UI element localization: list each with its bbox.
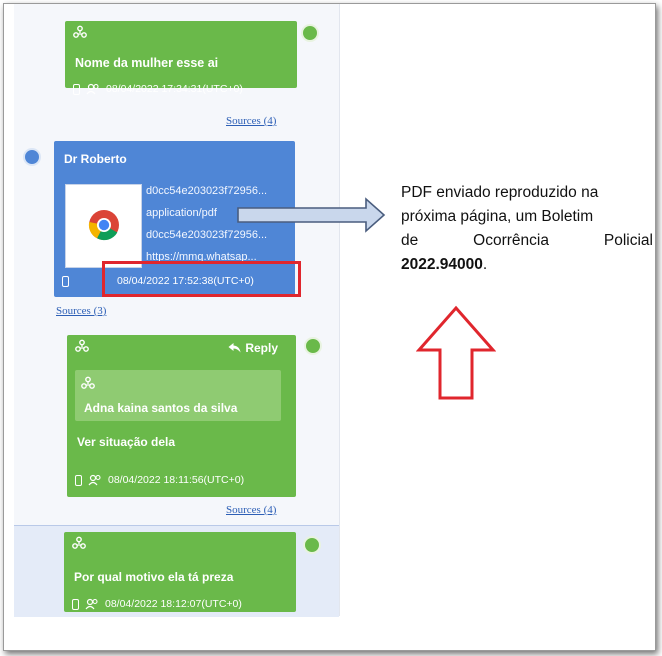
contacts-icon bbox=[88, 474, 101, 486]
contact-avatar-icon bbox=[23, 148, 41, 166]
phone-icon bbox=[75, 474, 82, 486]
phone-icon bbox=[72, 598, 79, 610]
group-icon bbox=[72, 536, 86, 549]
message-bubble[interactable]: Reply Adna kaina santos da silva Ver sit… bbox=[67, 335, 296, 497]
message-bubble[interactable]: Por qual motivo ela tá preza 08/04/2022 … bbox=[64, 532, 296, 612]
contact-avatar-icon bbox=[303, 536, 321, 554]
annotation-line-2: próxima página, um Boletim bbox=[401, 208, 594, 225]
sources-link[interactable]: Sources (4) bbox=[226, 115, 276, 127]
contact-avatar-icon bbox=[304, 337, 322, 355]
phone-icon bbox=[62, 275, 69, 287]
sources-link[interactable]: Sources (3) bbox=[56, 305, 106, 317]
group-icon bbox=[81, 376, 95, 389]
annotation-line-3: de Ocorrência Policial bbox=[401, 232, 653, 249]
attachment-filename: d0cc54e203023f72956... bbox=[146, 185, 268, 197]
reply-arrow-icon bbox=[228, 343, 241, 353]
reply-button[interactable]: Reply bbox=[228, 341, 278, 355]
contact-avatar-icon bbox=[301, 24, 319, 42]
contacts-icon bbox=[85, 598, 98, 610]
contacts-icon bbox=[86, 83, 99, 95]
annotation-text: PDF enviado reproduzido na próxima págin… bbox=[401, 181, 653, 277]
reply-label: Reply bbox=[245, 341, 278, 355]
quoted-message[interactable]: Adna kaina santos da silva bbox=[75, 370, 281, 421]
selected-message-row[interactable]: Por qual motivo ela tá preza 08/04/2022 … bbox=[14, 525, 339, 617]
sources-link[interactable]: Sources (4) bbox=[226, 504, 276, 516]
up-arrow-icon bbox=[416, 305, 496, 400]
message-text: Nome da mulher esse ai bbox=[75, 56, 219, 70]
quoted-text: Adna kaina santos da silva bbox=[84, 401, 238, 415]
message-meta: 08/04/2022 17:34:31(UTC+0) bbox=[73, 83, 243, 95]
phone-icon bbox=[73, 83, 80, 95]
message-text: Ver situação dela bbox=[77, 435, 176, 449]
annotation-line-4: 2022.94000. bbox=[401, 256, 488, 273]
document-frame: Nome da mulher esse ai 08/04/2022 17:34:… bbox=[3, 3, 656, 651]
timestamp-highlight-box bbox=[102, 261, 301, 297]
group-icon bbox=[73, 25, 87, 38]
attachment-mimetype: application/pdf bbox=[146, 207, 217, 219]
attachment-thumbnail[interactable] bbox=[65, 184, 142, 268]
message-text: Por qual motivo ela tá preza bbox=[74, 570, 234, 584]
right-arrow-icon bbox=[237, 197, 386, 233]
message-meta: 08/04/2022 18:11:56(UTC+0) bbox=[75, 474, 244, 486]
annotation-line-1: PDF enviado reproduzido na bbox=[401, 184, 599, 201]
sender-name: Dr Roberto bbox=[64, 152, 127, 166]
occurrence-number: 2022.94000 bbox=[401, 256, 483, 273]
message-bubble[interactable]: Nome da mulher esse ai 08/04/2022 17:34:… bbox=[65, 21, 297, 95]
message-timestamp: 08/04/2022 18:11:56(UTC+0) bbox=[108, 474, 245, 486]
message-timestamp: 08/04/2022 18:12:07(UTC+0) bbox=[105, 598, 242, 610]
chat-pane: Nome da mulher esse ai 08/04/2022 17:34:… bbox=[14, 4, 340, 617]
group-icon bbox=[75, 339, 89, 352]
message-meta: 08/04/2022 18:12:07(UTC+0) bbox=[72, 598, 242, 610]
chrome-icon bbox=[88, 210, 119, 241]
message-timestamp: 08/04/2022 17:34:31(UTC+0) bbox=[106, 83, 243, 95]
